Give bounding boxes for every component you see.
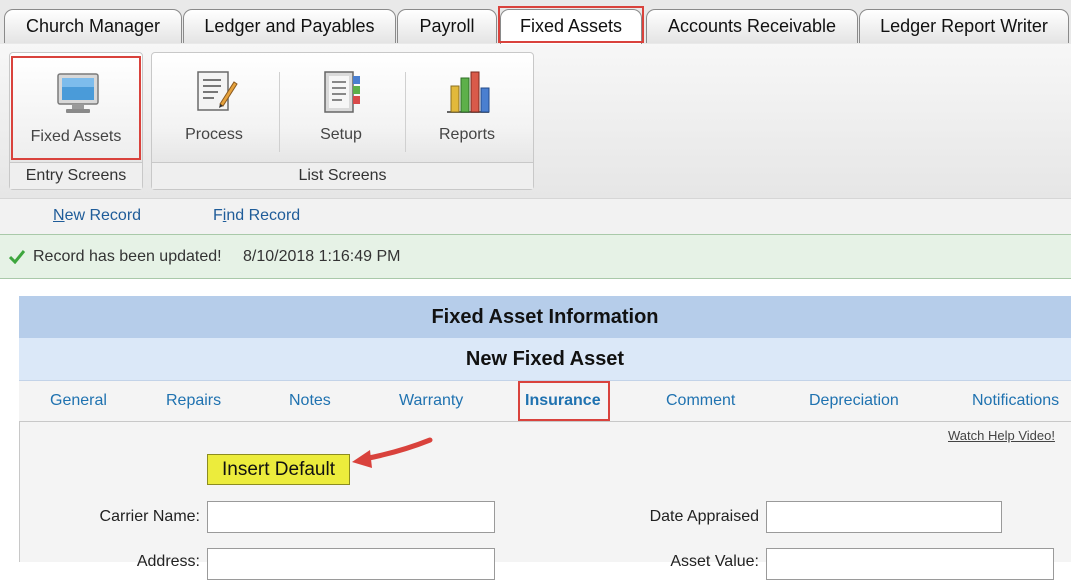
reports-ribbon-button[interactable]: Reports	[405, 56, 529, 160]
subtab-insurance[interactable]: Insurance	[525, 392, 601, 410]
tab-church-manager[interactable]: Church Manager	[4, 9, 182, 43]
carrier-name-label: Carrier Name:	[99, 508, 200, 525]
list-screens-label: List Screens	[152, 162, 533, 189]
status-timestamp: 8/10/2018 1:16:49 PM	[243, 248, 401, 265]
reports-ribbon-label: Reports	[438, 126, 496, 143]
process-ribbon-label: Process	[185, 126, 243, 143]
form-title: Fixed Asset Information	[19, 296, 1071, 338]
status-message: Record has been updated!	[33, 248, 222, 265]
find-record-link[interactable]: Find Record	[213, 207, 300, 225]
asset-value-input[interactable]	[766, 548, 1054, 580]
address-input[interactable]	[207, 548, 495, 580]
form-subtab-bar: General Repairs Notes Warranty Insurance…	[19, 381, 1071, 422]
date-appraised-input[interactable]	[766, 501, 1002, 533]
address-label: Address:	[136, 553, 200, 570]
tab-accounts-receivable[interactable]: Accounts Receivable	[646, 9, 858, 43]
notebook-icon	[324, 71, 360, 113]
subtab-notifications[interactable]: Notifications	[972, 392, 1059, 410]
form-subtitle: New Fixed Asset	[19, 338, 1071, 381]
setup-ribbon-button[interactable]: Setup	[279, 56, 403, 160]
tab-ledger-and-payables[interactable]: Ledger and Payables	[183, 9, 396, 43]
record-action-bar: New Record Find Record	[0, 198, 1071, 235]
status-bar: Record has been updated! 8/10/2018 1:16:…	[0, 234, 1071, 279]
tab-payroll[interactable]: Payroll	[397, 9, 497, 43]
new-record-accesskey: N	[53, 207, 65, 224]
watch-help-video-link[interactable]: Watch Help Video!	[948, 428, 1055, 443]
find-record-label-start: F	[213, 207, 223, 224]
entry-screens-label: Entry Screens	[10, 162, 142, 189]
subtab-repairs[interactable]: Repairs	[166, 392, 221, 410]
date-appraised-label: Date Appraised	[649, 508, 759, 525]
tab-ledger-report-writer[interactable]: Ledger Report Writer	[859, 9, 1069, 43]
monitor-icon	[57, 73, 99, 113]
document-pencil-icon	[197, 71, 238, 111]
red-arrow-icon	[352, 437, 433, 468]
fixed-assets-ribbon-label: Fixed Assets	[30, 128, 122, 145]
fixed-assets-ribbon-button[interactable]: Fixed Assets	[11, 56, 141, 160]
new-record-link[interactable]: New Record	[53, 207, 141, 225]
process-ribbon-button[interactable]: Process	[152, 56, 276, 160]
insert-default-button[interactable]: Insert Default	[207, 454, 350, 485]
subtab-warranty[interactable]: Warranty	[399, 392, 463, 410]
module-tab-bar: Church Manager Ledger and Payables Payro…	[0, 0, 1071, 45]
subtab-notes[interactable]: Notes	[289, 392, 331, 410]
subtab-general[interactable]: General	[50, 392, 107, 410]
bar-chart-icon	[447, 71, 490, 113]
carrier-name-input[interactable]	[207, 501, 495, 533]
asset-value-label: Asset Value:	[670, 553, 759, 570]
setup-ribbon-label: Setup	[320, 126, 362, 143]
new-record-label: ew Record	[64, 207, 142, 224]
check-icon	[9, 250, 25, 264]
subtab-depreciation[interactable]: Depreciation	[809, 392, 899, 410]
find-record-label: nd Record	[226, 207, 301, 224]
subtab-comment[interactable]: Comment	[666, 392, 735, 410]
tab-fixed-assets[interactable]: Fixed Assets	[498, 6, 644, 44]
